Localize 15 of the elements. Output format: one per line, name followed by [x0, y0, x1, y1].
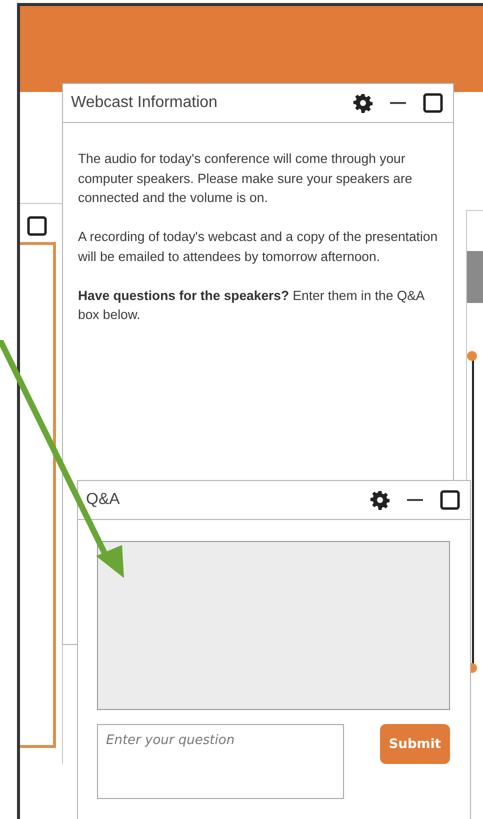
maximize-icon[interactable] [440, 490, 460, 510]
timeline-dot [467, 351, 477, 361]
maximize-icon[interactable] [27, 216, 47, 236]
window-title: Q&A [86, 491, 121, 509]
submit-button[interactable]: Submit [380, 724, 450, 764]
question-field[interactable]: Enter your question [97, 724, 344, 799]
minimize-icon[interactable] [407, 498, 423, 502]
settings-icon[interactable] [353, 93, 373, 113]
info-paragraph: A recording of today's webcast and a copy of the presentation will be emailed to attendees by tomorrow afternoon. [78, 228, 439, 266]
minimize-icon[interactable] [390, 101, 406, 105]
info-paragraph: Have questions for the speakers? Enter them in the Q&A box below. [78, 286, 426, 324]
settings-icon[interactable] [370, 490, 390, 510]
maximize-icon[interactable] [423, 93, 443, 113]
window-title: Webcast Information [71, 94, 218, 112]
info-paragraph: The audio for today's conference will come through your computer speakers. Please make sure your speakers are connected and the volume is on. [78, 150, 414, 207]
